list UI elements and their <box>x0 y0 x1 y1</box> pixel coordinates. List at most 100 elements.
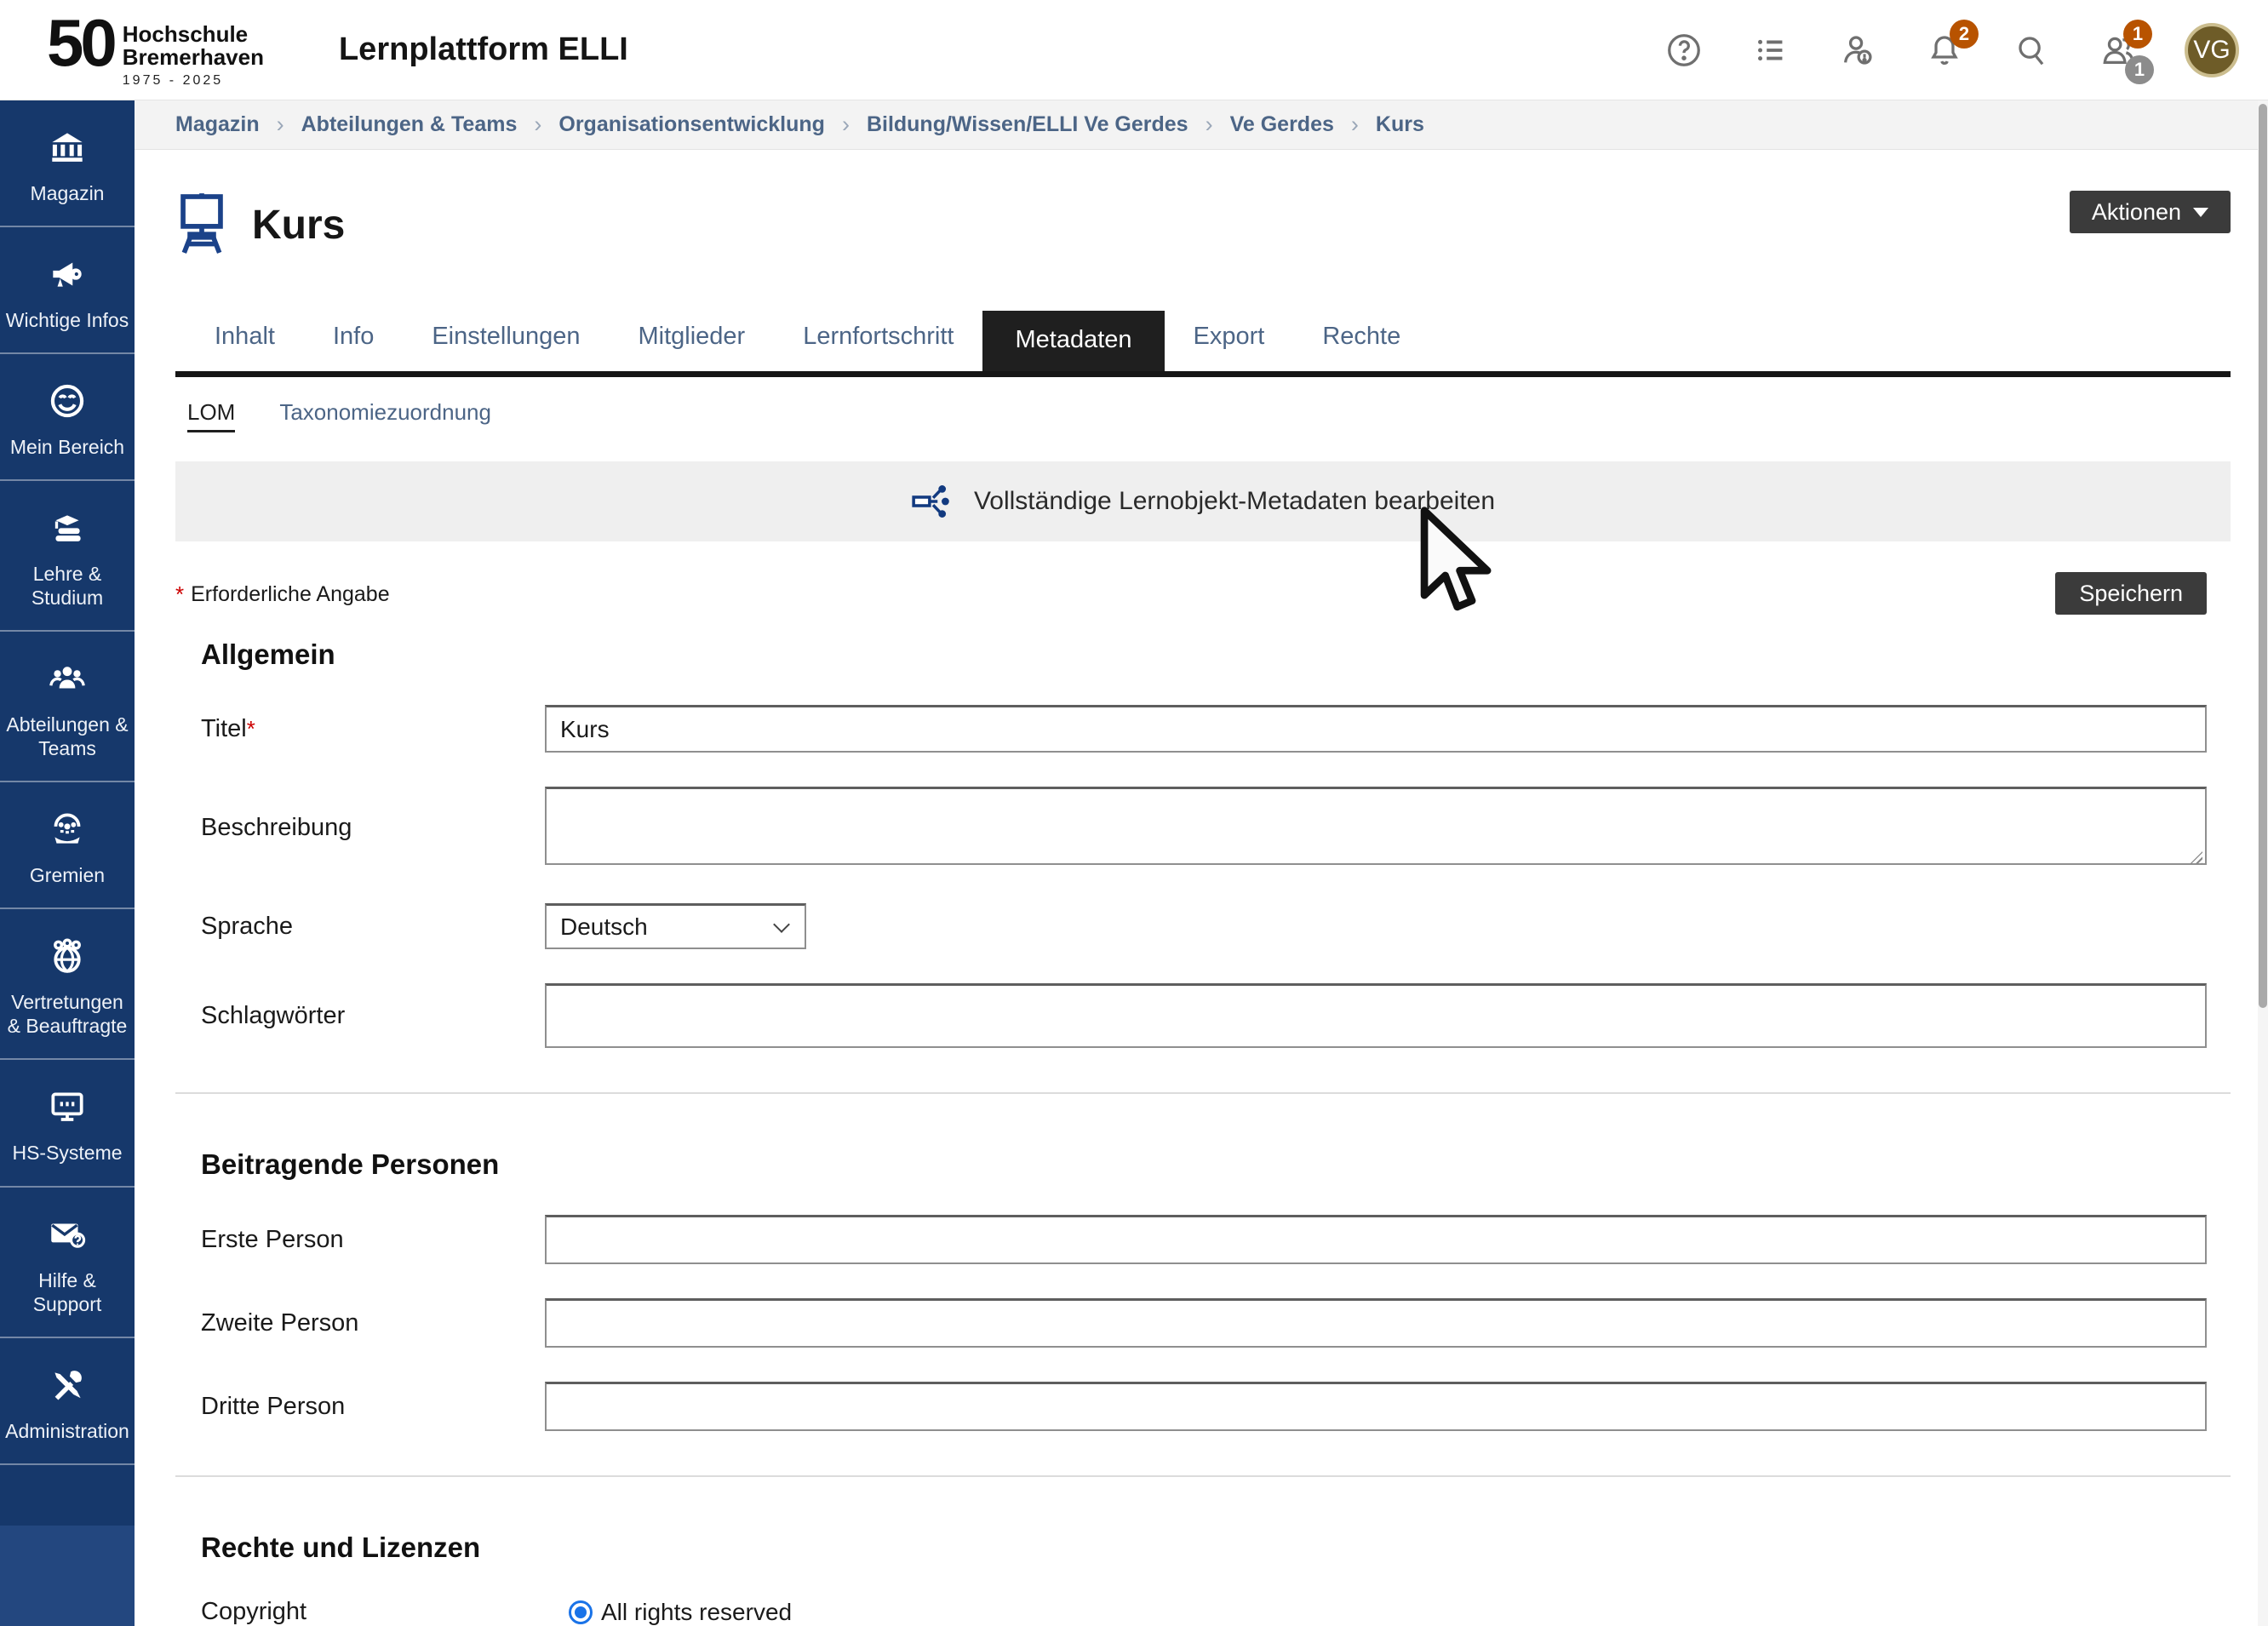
sidebar-item-label: Gremien <box>30 863 105 887</box>
field-label-copyright: Copyright <box>201 1598 545 1626</box>
sidebar-item-label: HS-Systeme <box>12 1141 122 1165</box>
help-icon[interactable] <box>1664 30 1704 71</box>
field-label-dritte-person: Dritte Person <box>201 1393 545 1421</box>
people-icon <box>46 657 89 704</box>
scrollbar-thumb[interactable] <box>2259 104 2267 1008</box>
smiley-icon <box>46 380 89 427</box>
logo-line2: Bremerhaven <box>123 46 264 69</box>
breadcrumb-separator: › <box>842 112 850 138</box>
breadcrumb-separator: › <box>534 112 541 138</box>
sidebar-item-mein-bereich[interactable]: Mein Bereich <box>0 354 135 481</box>
list-icon[interactable] <box>1750 30 1791 71</box>
page-title: Kurs <box>252 202 345 249</box>
top-header: 50 Hochschule Bremerhaven 1975 - 2025 Le… <box>0 0 2268 100</box>
logo-line1: Hochschule <box>123 23 264 46</box>
required-note: Erforderliche Angabe <box>191 582 389 607</box>
user-notification-icon[interactable] <box>1837 30 1878 71</box>
tab-mitglieder[interactable]: Mitglieder <box>609 323 774 371</box>
tab-metadaten[interactable]: Metadaten <box>982 311 1164 371</box>
tab-info[interactable]: Info <box>304 323 403 371</box>
sidebar-item-abteilungen-teams[interactable]: Abteilungen & Teams <box>0 632 135 782</box>
sidebar-item-label: Vertretungen & Beauftragte <box>5 990 129 1038</box>
zweite-person-input[interactable] <box>545 1298 2207 1348</box>
course-icon <box>175 189 228 261</box>
schlagwoerter-input[interactable] <box>545 983 2207 1048</box>
actions-button[interactable]: Aktionen <box>2070 191 2231 233</box>
chevron-down-icon <box>2193 208 2208 217</box>
sidebar-item-label: Magazin <box>31 181 105 205</box>
titel-input[interactable] <box>545 705 2207 753</box>
bell-icon[interactable]: 2 <box>1924 30 1965 71</box>
save-button[interactable]: Speichern <box>2055 572 2207 615</box>
breadcrumb-item[interactable]: Magazin <box>175 112 260 137</box>
monitor-icon <box>46 1085 89 1132</box>
sidebar-item-hs-systeme[interactable]: HS-Systeme <box>0 1060 135 1187</box>
subtab-bar: LOM Taxonomiezuordnung <box>175 399 2231 432</box>
tab-einstellungen[interactable]: Einstellungen <box>403 323 609 371</box>
language-select-value: Deutsch <box>560 913 648 941</box>
sidebar-item-lehre-studium[interactable]: Lehre & Studium <box>0 481 135 632</box>
tab-bar: Inhalt Info Einstellungen Mitglieder Ler… <box>175 311 2231 371</box>
section-divider <box>175 1475 2231 1477</box>
tab-rechte[interactable]: Rechte <box>1293 323 1429 371</box>
hierarchy-share-icon <box>911 480 954 523</box>
hochschule-bremerhaven-logo[interactable]: 50 Hochschule Bremerhaven 1975 - 2025 <box>47 11 264 88</box>
field-label-sprache: Sprache <box>201 913 545 941</box>
breadcrumb-item[interactable]: Ve Gerdes <box>1230 112 1334 137</box>
sidebar-filler <box>0 1465 135 1526</box>
tab-export[interactable]: Export <box>1165 323 1294 371</box>
sidebar-item-label: Wichtige Infos <box>6 308 129 332</box>
subtab-taxonomiezuordnung[interactable]: Taxonomiezuordnung <box>279 399 491 432</box>
breadcrumb-item[interactable]: Kurs <box>1376 112 1424 137</box>
field-label-titel: Titel* <box>201 715 545 743</box>
sidebar-item-administration[interactable]: Administration <box>0 1338 135 1465</box>
contacts-badge-bottom: 1 <box>2125 55 2154 84</box>
edit-full-metadata-link[interactable]: Vollständige Lernobjekt-Metadaten bearbe… <box>175 461 2231 541</box>
required-marker: * <box>247 716 255 741</box>
breadcrumb-separator: › <box>277 112 284 138</box>
sidebar-item-gremien[interactable]: Gremien <box>0 782 135 909</box>
breadcrumb-item[interactable]: Bildung/Wissen/ELLI Ve Gerdes <box>867 112 1188 137</box>
subtab-lom[interactable]: LOM <box>187 399 235 432</box>
sidebar-item-wichtige-infos[interactable]: Wichtige Infos <box>0 227 135 354</box>
sidebar-item-vertretungen[interactable]: Vertretungen & Beauftragte <box>0 909 135 1060</box>
language-select[interactable]: Deutsch <box>545 903 806 949</box>
breadcrumb-separator: › <box>1206 112 1213 138</box>
breadcrumb-separator: › <box>1351 112 1359 138</box>
sidebar-item-label: Lehre & Studium <box>5 562 129 610</box>
dritte-person-input[interactable] <box>545 1382 2207 1431</box>
logo-50-text: 50 <box>47 11 114 74</box>
sidebar-item-hilfe-support[interactable]: Hilfe & Support <box>0 1188 135 1338</box>
required-marker: * <box>175 581 184 608</box>
breadcrumb-item[interactable]: Organisationsentwicklung <box>558 112 825 137</box>
section-divider <box>175 1092 2231 1094</box>
breadcrumb: Magazin › Abteilungen & Teams › Organisa… <box>135 100 2268 150</box>
tools-icon <box>46 1364 89 1411</box>
tab-inhalt[interactable]: Inhalt <box>186 323 304 371</box>
globe-people-icon <box>46 935 89 982</box>
breadcrumb-item[interactable]: Abteilungen & Teams <box>301 112 518 137</box>
section-title-allgemein: Allgemein <box>201 638 2231 671</box>
actions-button-label: Aktionen <box>2092 199 2181 226</box>
radio-dot <box>575 1606 587 1618</box>
main-sidebar: Magazin Wichtige Infos Mein Bereich Lehr… <box>0 100 135 1626</box>
copyright-radio-label: All rights reserved <box>601 1599 792 1626</box>
sidebar-item-magazin[interactable]: Magazin <box>0 100 135 227</box>
beschreibung-textarea[interactable] <box>545 787 2207 865</box>
erste-person-input[interactable] <box>545 1215 2207 1264</box>
avatar[interactable]: VG <box>2185 23 2239 77</box>
contacts-icon[interactable]: 1 1 <box>2098 30 2139 71</box>
bank-icon <box>46 126 89 173</box>
chevron-down-icon <box>773 916 790 933</box>
sidebar-item-label: Administration <box>5 1419 129 1443</box>
books-icon <box>46 507 89 553</box>
field-label-beschreibung: Beschreibung <box>201 814 545 842</box>
megaphone-icon <box>46 253 89 300</box>
copyright-radio[interactable] <box>569 1600 593 1624</box>
logo-years: 1975 - 2025 <box>123 73 264 89</box>
search-icon[interactable] <box>2011 30 2052 71</box>
bell-badge: 2 <box>1950 20 1979 49</box>
tab-lernfortschritt[interactable]: Lernfortschritt <box>774 323 982 371</box>
edit-full-metadata-label: Vollständige Lernobjekt-Metadaten bearbe… <box>974 487 1495 516</box>
section-title-rechte-lizenzen: Rechte und Lizenzen <box>201 1532 2231 1564</box>
